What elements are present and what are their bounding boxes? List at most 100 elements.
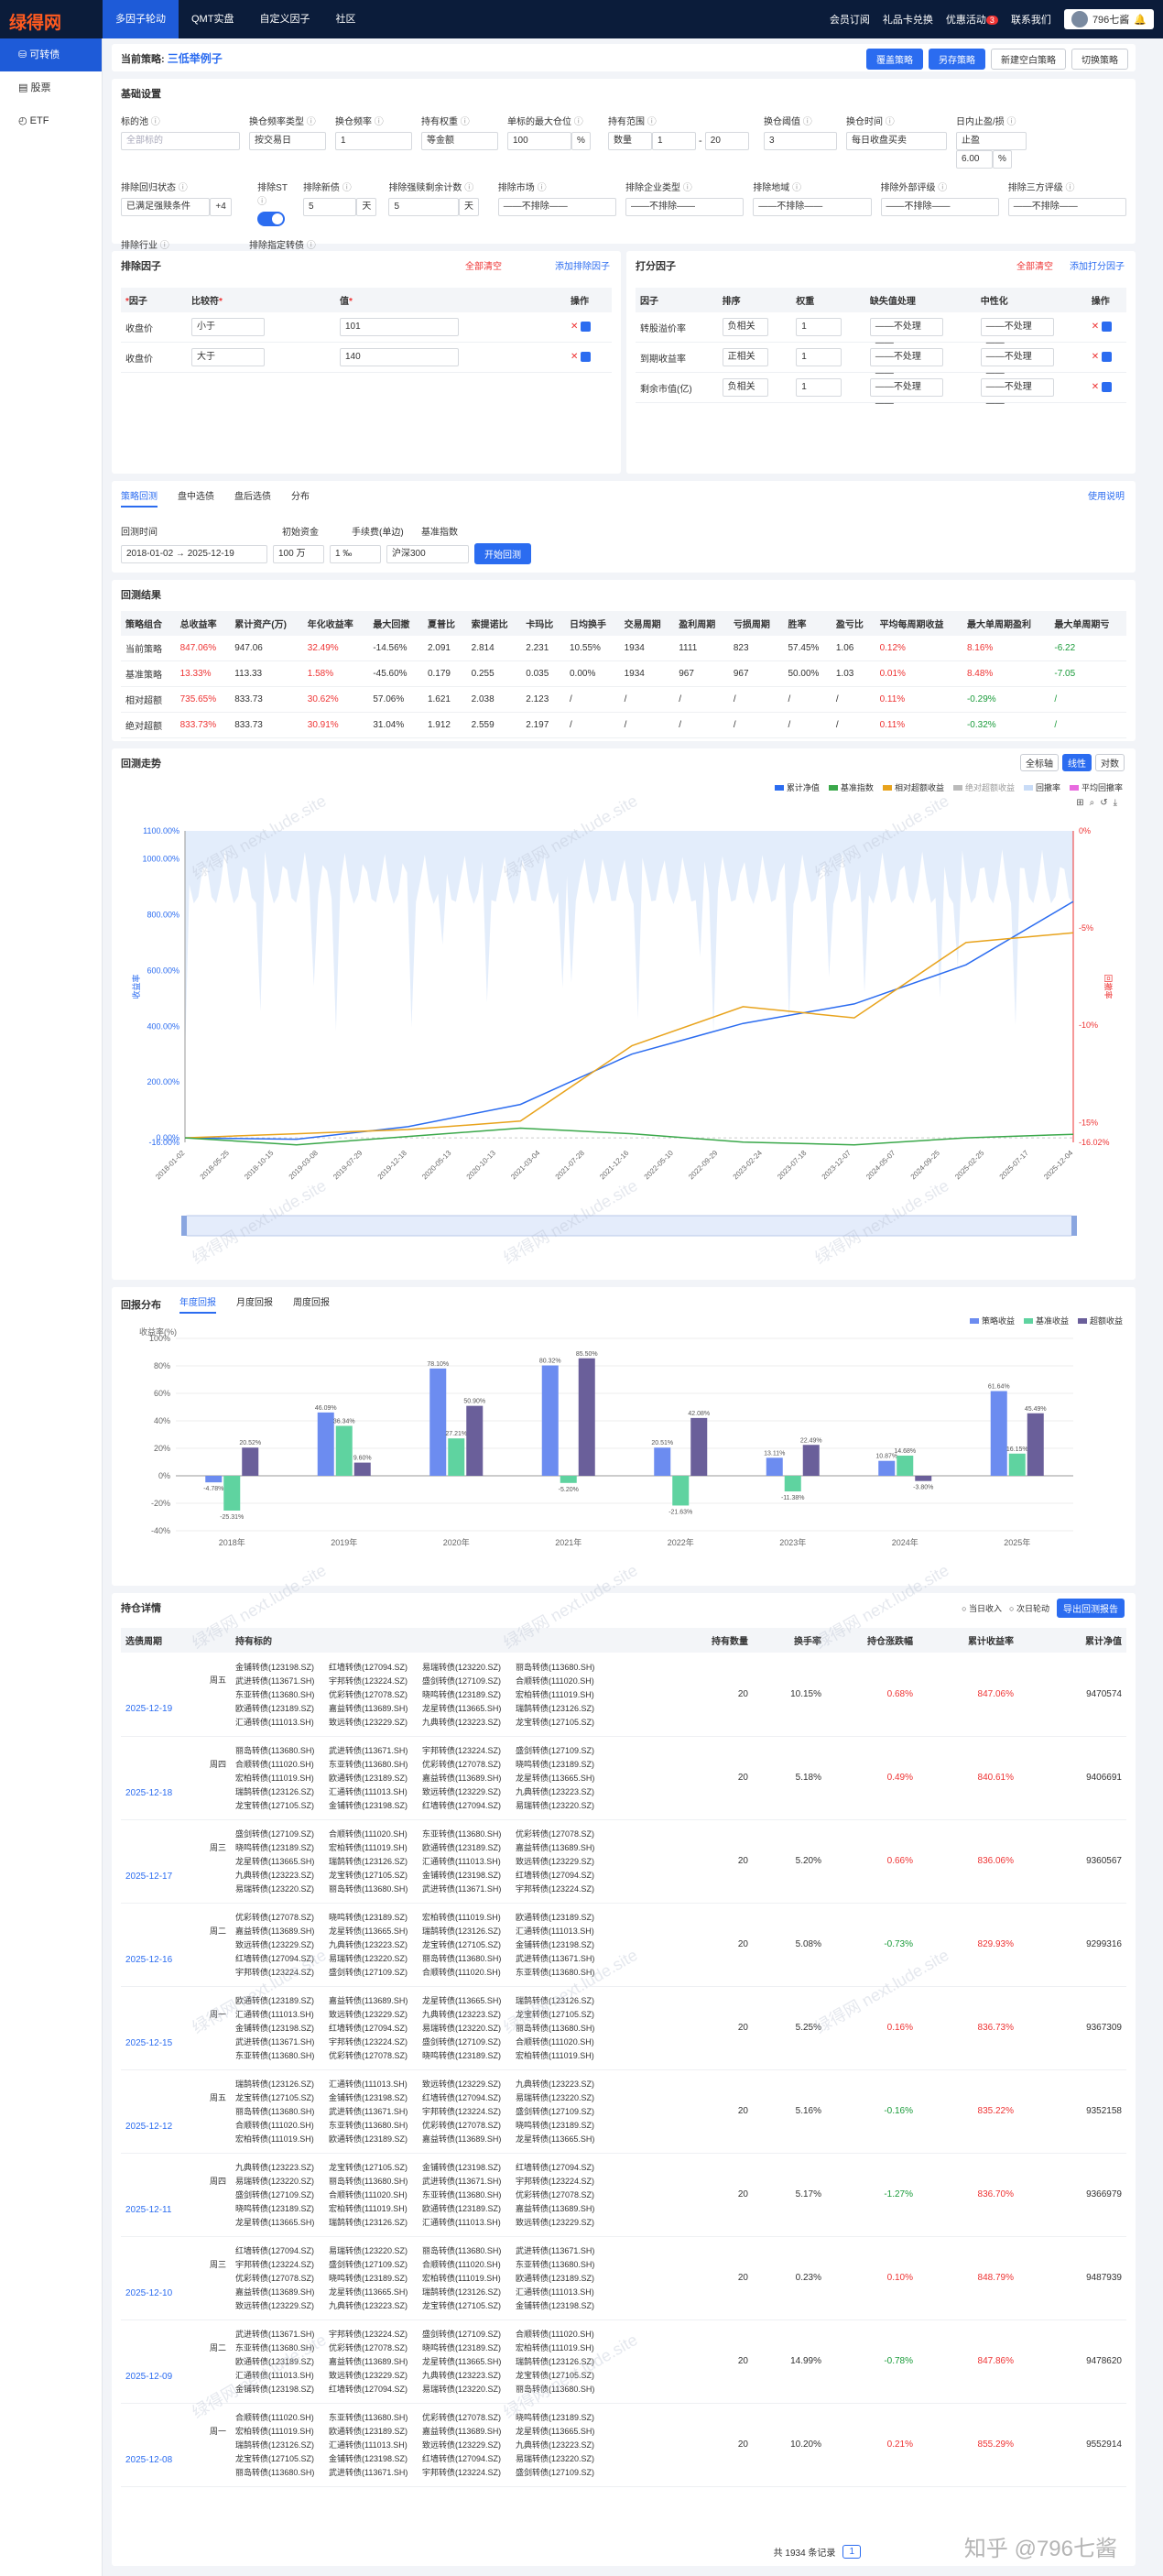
bond-item[interactable]: 嘉益转债(113689.SH) bbox=[516, 2202, 605, 2214]
chart-toolbox[interactable]: ⊞⌕↺⤓ bbox=[1076, 798, 1123, 808]
op-select[interactable]: 大于 bbox=[191, 348, 265, 366]
bond-item[interactable]: 宏柏转债(111019.SH) bbox=[235, 1772, 325, 1784]
bond-item[interactable]: 瑞鹄转债(123126.SZ) bbox=[235, 2439, 325, 2450]
bond-item[interactable]: 龙宝转债(127105.SZ) bbox=[235, 2091, 325, 2103]
add-exclude-factor-button[interactable]: 添加排除因子 bbox=[555, 258, 610, 272]
bond-item[interactable]: 汇通转债(111013.SH) bbox=[329, 1785, 418, 1797]
period-date[interactable]: 2025-12-12 bbox=[125, 2122, 226, 2132]
date-range-input[interactable]: 2018-01-02 → 2025-12-19 bbox=[121, 544, 267, 563]
bond-item[interactable]: 嘉益转债(113689.SH) bbox=[329, 1994, 418, 2006]
bond-item[interactable]: 易瑞转债(123220.SZ) bbox=[329, 1952, 418, 1964]
bond-item[interactable]: 金铺转债(123198.SZ) bbox=[516, 2299, 605, 2311]
info-icon[interactable]: ⓘ bbox=[176, 183, 188, 193]
bond-item[interactable]: 晓鸣转债(123189.SZ) bbox=[516, 2411, 605, 2423]
bond-item[interactable]: 武进转债(113671.SH) bbox=[329, 1744, 418, 1756]
info-icon[interactable]: ⓘ bbox=[535, 183, 547, 193]
bond-item[interactable]: 丽岛转债(113680.SH) bbox=[329, 2175, 418, 2187]
bond-item[interactable]: 盛剑转债(127109.SZ) bbox=[329, 2258, 418, 2270]
add-score-factor-button[interactable]: 添加打分因子 bbox=[1070, 258, 1125, 272]
bond-item[interactable]: 汇通转债(111013.SH) bbox=[516, 2286, 605, 2298]
period-date[interactable]: 2025-12-16 bbox=[125, 1955, 226, 1965]
bond-item[interactable]: 宇邦转债(123224.SZ) bbox=[235, 2258, 325, 2270]
info-icon[interactable]: ⓘ bbox=[340, 183, 352, 193]
score-clear-button[interactable]: 全部清空 bbox=[1016, 258, 1053, 272]
bond-item[interactable]: 九典转债(123223.SZ) bbox=[422, 1716, 512, 1728]
bond-item[interactable]: 优彩转债(127078.SZ) bbox=[422, 2119, 512, 2131]
bond-item[interactable]: 合顺转债(111020.SH) bbox=[422, 1966, 512, 1978]
bond-item[interactable]: 金铺转债(123198.SZ) bbox=[422, 2161, 512, 2173]
score-factor[interactable]: 剩余市值(亿) bbox=[640, 385, 692, 395]
setting-input[interactable]: 全部标的 bbox=[121, 132, 240, 150]
bond-item[interactable]: 晓鸣转债(123189.SZ) bbox=[422, 2341, 512, 2353]
bond-item[interactable]: 丽岛转债(113680.SH) bbox=[516, 2022, 605, 2034]
enable-checkbox[interactable] bbox=[1101, 352, 1112, 363]
legend-item[interactable]: 回撤率 bbox=[1023, 781, 1060, 793]
fee-input[interactable]: 1 ‰ bbox=[330, 544, 381, 563]
toggle-all-axis[interactable]: 全标轴 bbox=[1020, 754, 1059, 771]
delete-icon[interactable]: ✕ bbox=[1092, 353, 1102, 363]
bond-item[interactable]: 武进转债(113671.SH) bbox=[329, 2105, 418, 2117]
bond-item[interactable]: 欧通转债(123189.SZ) bbox=[516, 1911, 605, 1923]
bond-item[interactable]: 优彩转债(127078.SZ) bbox=[516, 1828, 605, 1839]
bond-item[interactable]: 宇邦转债(123224.SZ) bbox=[516, 2175, 605, 2187]
nav-giftcard[interactable]: 礼品卡兑换 bbox=[883, 12, 933, 27]
bond-item[interactable]: 宇邦转债(123224.SZ) bbox=[235, 1966, 325, 1978]
bond-item[interactable]: 宇邦转债(123224.SZ) bbox=[329, 2036, 418, 2047]
enable-checkbox[interactable] bbox=[581, 322, 592, 333]
bond-item[interactable]: 致远转债(123229.SZ) bbox=[235, 2299, 325, 2311]
bond-item[interactable]: 东亚转债(113680.SH) bbox=[235, 2341, 325, 2353]
nav-subscribe[interactable]: 会员订阅 bbox=[830, 12, 870, 27]
setting-input[interactable]: ——不排除—— bbox=[1007, 198, 1126, 216]
bond-item[interactable]: 宏柏转债(111019.SH) bbox=[516, 1688, 605, 1700]
setting-input[interactable]: 按交易日 bbox=[249, 132, 326, 150]
bond-item[interactable]: 晓鸣转债(123189.SZ) bbox=[516, 2119, 605, 2131]
tab-monthly[interactable]: 月度回报 bbox=[236, 1294, 273, 1314]
bond-item[interactable]: 盛剑转债(127109.SZ) bbox=[329, 1966, 418, 1978]
bond-item[interactable]: 红墙转债(127094.SZ) bbox=[422, 2452, 512, 2464]
info-icon[interactable]: ⓘ bbox=[645, 117, 657, 127]
bond-item[interactable]: 易瑞转债(123220.SZ) bbox=[516, 1799, 605, 1811]
bond-item[interactable]: 汇通转债(111013.SH) bbox=[235, 1716, 325, 1728]
period-date[interactable]: 2025-12-15 bbox=[125, 2038, 226, 2048]
bond-item[interactable]: 易瑞转债(123220.SZ) bbox=[235, 1883, 325, 1894]
help-link[interactable]: 使用说明 bbox=[1088, 488, 1125, 502]
today-income-option[interactable]: ○ 当日收入 bbox=[962, 1602, 1002, 1614]
bond-item[interactable]: 金铺转债(123198.SZ) bbox=[235, 2022, 325, 2034]
bond-item[interactable]: 瑞鹄转债(123126.SZ) bbox=[235, 1785, 325, 1797]
bond-item[interactable]: 丽岛转债(113680.SH) bbox=[235, 2105, 325, 2117]
sort-select[interactable]: 正相关 bbox=[722, 348, 768, 366]
bond-item[interactable]: 欧通转债(123189.SZ) bbox=[422, 2202, 512, 2214]
bond-item[interactable]: 宏柏转债(111019.SH) bbox=[329, 2202, 418, 2214]
bond-item[interactable]: 合顺转债(111020.SH) bbox=[235, 1758, 325, 1770]
legend-item[interactable]: 基准指数 bbox=[828, 781, 874, 793]
bond-item[interactable]: 龙星转债(113665.SH) bbox=[235, 1855, 325, 1867]
bond-item[interactable]: 东亚转债(113680.SH) bbox=[329, 1758, 418, 1770]
info-icon[interactable]: ⓘ bbox=[789, 183, 801, 193]
sidebar-item-convertible[interactable]: ⛁ 可转债 bbox=[0, 38, 102, 71]
sidebar-item-etf[interactable]: ◴ ETF bbox=[0, 104, 102, 137]
bond-item[interactable]: 嘉益转债(113689.SH) bbox=[235, 1925, 325, 1937]
bond-item[interactable]: 汇通转债(111013.SH) bbox=[235, 2008, 325, 2020]
bond-item[interactable]: 金铺转债(123198.SZ) bbox=[235, 1661, 325, 1673]
bond-item[interactable]: 丽岛转债(113680.SH) bbox=[422, 2244, 512, 2256]
bond-item[interactable]: 瑞鹄转债(123126.SZ) bbox=[516, 2355, 605, 2367]
exclude-factor[interactable]: 收盘价 bbox=[121, 342, 187, 373]
bond-item[interactable]: 红墙转债(127094.SZ) bbox=[235, 1952, 325, 1964]
period-date[interactable]: 2025-12-08 bbox=[125, 2455, 226, 2465]
bond-item[interactable]: 龙宝转债(127105.SZ) bbox=[329, 1869, 418, 1881]
bond-item[interactable]: 盛剑转债(127109.SZ) bbox=[516, 2105, 605, 2117]
value-input[interactable]: 101 bbox=[340, 318, 459, 336]
period-date[interactable]: 2025-12-09 bbox=[125, 2372, 226, 2382]
sidebar-item-stock[interactable]: ▤ 股票 bbox=[0, 71, 102, 104]
nav-community[interactable]: 社区 bbox=[322, 0, 368, 38]
bond-item[interactable]: 致远转债(123229.SZ) bbox=[329, 2008, 418, 2020]
bond-item[interactable]: 易瑞转债(123220.SZ) bbox=[329, 2244, 418, 2256]
bond-item[interactable]: 易瑞转债(123220.SZ) bbox=[422, 2383, 512, 2395]
bond-item[interactable]: 欧通转债(123189.SZ) bbox=[329, 2425, 418, 2437]
export-report-button[interactable]: 导出回测报告 bbox=[1057, 1599, 1125, 1618]
bond-item[interactable]: 晓鸣转债(123189.SZ) bbox=[235, 2202, 325, 2214]
bond-item[interactable]: 盛剑转债(127109.SZ) bbox=[516, 1744, 605, 1756]
range-to-input[interactable]: 20 bbox=[704, 132, 749, 150]
bond-item[interactable]: 致远转债(123229.SZ) bbox=[516, 1855, 605, 1867]
bond-item[interactable]: 宇邦转债(123224.SZ) bbox=[329, 2328, 418, 2340]
